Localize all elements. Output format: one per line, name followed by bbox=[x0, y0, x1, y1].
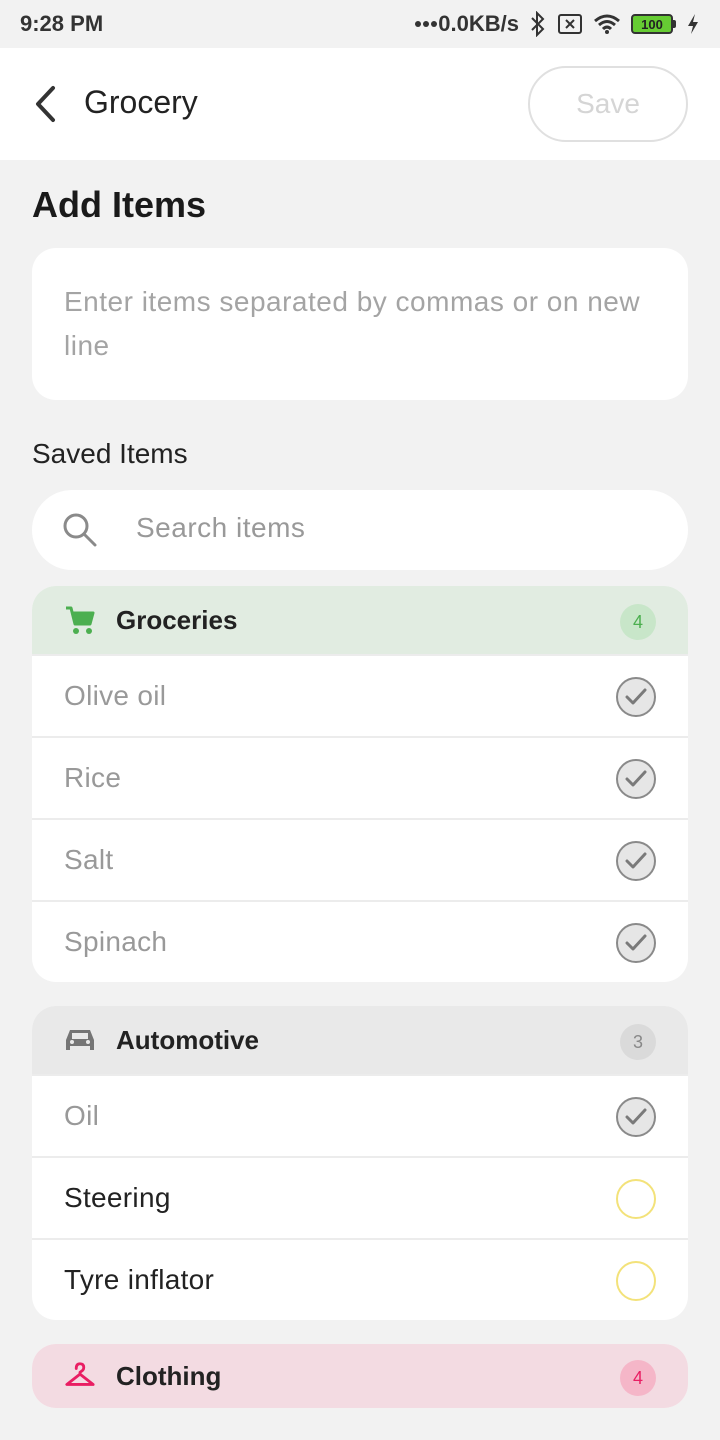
search-icon bbox=[63, 513, 97, 547]
item-label: Oil bbox=[64, 1100, 100, 1131]
back-button[interactable] bbox=[26, 82, 66, 126]
search-input[interactable]: Search items bbox=[32, 490, 688, 570]
list-item[interactable]: Spinach bbox=[32, 900, 688, 982]
group-name: Groceries bbox=[116, 604, 238, 635]
checkbox-unchecked[interactable] bbox=[616, 1261, 656, 1301]
checkbox-checked[interactable] bbox=[616, 841, 656, 881]
group-header-automotive[interactable]: Automotive 3 bbox=[32, 1006, 688, 1074]
battery-level: 100 bbox=[631, 14, 673, 34]
checkbox-checked[interactable] bbox=[616, 923, 656, 963]
item-label: Steering bbox=[64, 1182, 171, 1213]
check-icon bbox=[625, 852, 647, 869]
item-label: Spinach bbox=[64, 926, 168, 957]
sim-x-icon bbox=[558, 14, 582, 34]
group-name: Automotive bbox=[116, 1024, 259, 1055]
cart-icon bbox=[64, 604, 96, 636]
add-items-input[interactable]: Enter items separated by commas or on ne… bbox=[32, 248, 688, 400]
wifi-icon bbox=[594, 14, 620, 34]
save-button[interactable]: Save bbox=[528, 66, 688, 142]
check-icon bbox=[625, 688, 647, 705]
check-icon bbox=[625, 934, 647, 951]
group-header-groceries[interactable]: Groceries 4 bbox=[32, 586, 688, 654]
checkbox-checked[interactable] bbox=[616, 759, 656, 799]
group-name: Clothing bbox=[116, 1360, 222, 1391]
page-title: Grocery bbox=[84, 84, 198, 120]
battery-icon: 100 bbox=[631, 14, 676, 34]
list-item[interactable]: Salt bbox=[32, 818, 688, 900]
item-label: Olive oil bbox=[64, 680, 167, 711]
status-bar: 9:28 PM 0.0KB/s 100 bbox=[0, 0, 720, 48]
saved-items-heading: Saved Items bbox=[32, 438, 188, 469]
list-item[interactable]: Oil bbox=[32, 1074, 688, 1156]
group-clothing: Clothing 4 bbox=[32, 1344, 688, 1408]
item-label: Salt bbox=[64, 844, 114, 875]
check-icon bbox=[625, 1108, 647, 1125]
checkbox-unchecked[interactable] bbox=[616, 1179, 656, 1219]
checkbox-checked[interactable] bbox=[616, 1097, 656, 1137]
network-speed: 0.0KB/s bbox=[414, 11, 519, 37]
status-icons: 0.0KB/s 100 bbox=[414, 11, 700, 37]
item-label: Tyre inflator bbox=[64, 1264, 215, 1295]
group-automotive: Automotive 3 Oil Steering Tyre inflator bbox=[32, 1006, 688, 1320]
check-icon bbox=[625, 770, 647, 787]
network-speed-text: 0.0KB/s bbox=[438, 11, 519, 36]
add-items-placeholder: Enter items separated by commas or on ne… bbox=[64, 286, 641, 361]
item-label: Rice bbox=[64, 762, 122, 793]
add-items-heading: Add Items bbox=[32, 184, 207, 225]
list-item[interactable]: Steering bbox=[32, 1156, 688, 1238]
group-groceries: Groceries 4 Olive oil Rice Salt Spinach bbox=[32, 586, 688, 982]
charging-icon bbox=[688, 14, 698, 34]
search-placeholder: Search items bbox=[136, 512, 306, 543]
dots-icon bbox=[415, 21, 438, 27]
status-time: 9:28 PM bbox=[20, 11, 104, 36]
count-badge: 3 bbox=[620, 1024, 656, 1060]
checkbox-checked[interactable] bbox=[616, 677, 656, 717]
count-badge: 4 bbox=[620, 1360, 656, 1396]
bluetooth-icon bbox=[531, 11, 545, 37]
list-item[interactable]: Rice bbox=[32, 736, 688, 818]
list-item[interactable]: Olive oil bbox=[32, 654, 688, 736]
list-item[interactable]: Tyre inflator bbox=[32, 1238, 688, 1320]
app-bar: Grocery Save bbox=[0, 48, 720, 160]
chevron-left-icon bbox=[36, 86, 55, 122]
count-badge: 4 bbox=[620, 604, 656, 640]
group-header-clothing[interactable]: Clothing 4 bbox=[32, 1344, 688, 1408]
hanger-icon bbox=[64, 1360, 96, 1392]
car-icon bbox=[64, 1024, 96, 1056]
